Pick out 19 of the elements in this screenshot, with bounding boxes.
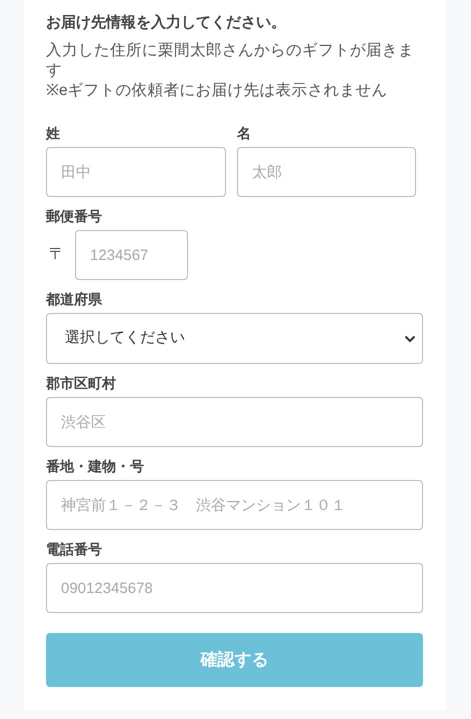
field-label: 郵便番号 (46, 207, 103, 225)
input-field[interactable]: 09012345678 (46, 563, 423, 613)
field-label: 都道府県 (46, 290, 103, 308)
field-label: 番地・建物・号 (46, 457, 145, 475)
field-label: 姓 (46, 124, 61, 142)
chevron-down-icon (404, 334, 416, 342)
input-field[interactable]: 1234567 (75, 230, 188, 280)
input-field[interactable]: 太郎 (237, 147, 416, 197)
description-text: 入力した住所に栗間太郎さんからのギフトが届きます (46, 41, 415, 81)
postal-mark: 〒 (49, 245, 65, 265)
input-field[interactable]: 田中 (46, 147, 226, 197)
input-field[interactable]: 渋谷区 (46, 397, 423, 447)
notice-text: ※eギフトの依頼者にお届け先は表示されません (46, 81, 389, 101)
select-dropdown[interactable]: 選択してください (46, 313, 423, 364)
field-label: 名 (237, 124, 252, 142)
field-label: 郡市区町村 (46, 374, 117, 392)
field-label: 電話番号 (46, 540, 103, 558)
input-field[interactable]: 神宮前１－２－３ 渋谷マンション１０１ (46, 480, 423, 530)
form-heading: お届け先情報を入力してください。 (46, 13, 287, 33)
